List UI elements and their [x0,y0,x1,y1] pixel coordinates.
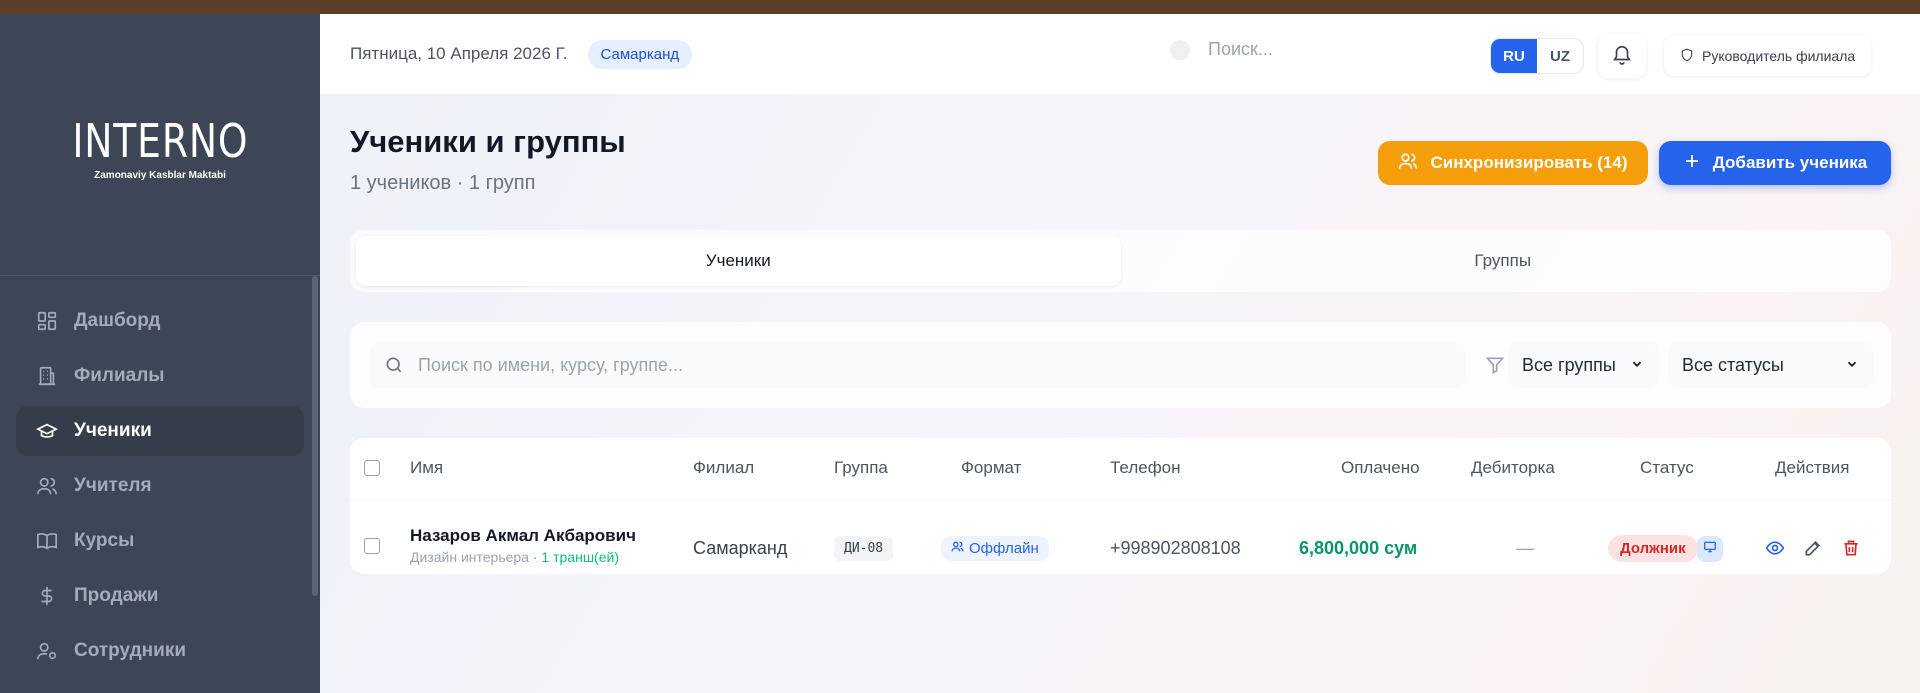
column-header-phone[interactable]: Телефон [1110,458,1181,478]
column-header-paid[interactable]: Оплачено [1341,458,1420,478]
view-icon[interactable] [1765,538,1785,558]
chevron-down-icon [1630,355,1644,376]
column-header-actions: Действия [1775,458,1850,477]
graduation-cap-icon [36,420,58,442]
column-header-status[interactable]: Статус [1640,458,1694,478]
sidebar-item-branches[interactable]: Филиалы [16,351,304,401]
search-icon [384,355,404,375]
users-icon [36,475,58,497]
sidebar: INTERNO Zamonaviy Kasblar Maktabi Дашбор… [0,14,320,693]
delete-icon[interactable] [1841,538,1861,558]
branch-badge: Самарканд [587,39,693,69]
sidebar-item-label: Филиалы [74,365,165,386]
sync-button[interactable]: Синхронизировать (14) [1378,141,1648,185]
group-filter-value: Все группы [1522,354,1616,375]
status-filter-select[interactable]: Все статусы [1668,342,1873,388]
search-icon [1170,39,1190,60]
sidebar-item-label: Сотрудники [74,640,187,661]
student-phone: +998902808108 [1110,538,1241,558]
filter-icon [1485,355,1505,380]
users-icon [951,540,969,557]
tab-students[interactable]: Ученики [356,236,1121,286]
page-title: Ученики и группы [350,124,626,159]
global-search-placeholder: Поиск... [1208,39,1273,59]
sidebar-item-label: Учителя [74,475,152,496]
sidebar-item-label: Курсы [74,530,135,551]
sidebar-nav: Дашборд Филиалы Ученики Учителя Курсы Пр… [0,276,320,676]
main-content: Пятница, 10 Апреля 2026 Г. Самарканд Пои… [320,14,1920,693]
group-filter-select[interactable]: Все группы [1508,342,1658,388]
logo-text: INTERNO [71,114,249,168]
sidebar-item-dashboard[interactable]: Дашборд [16,296,304,346]
window-top-strip [0,0,1920,14]
users-icon [1398,151,1430,176]
student-course-line: Дизайн интерьера · 1 транш(ей) [410,549,636,565]
add-student-button-label: Добавить ученика [1712,153,1868,172]
app: INTERNO Zamonaviy Kasblar Maktabi Дашбор… [0,14,1920,693]
logo-subtitle: Zamonaviy Kasblar Maktabi [94,170,226,181]
global-search[interactable]: Поиск... [1170,39,1273,60]
student-name[interactable]: Назаров Акмал Акбарович [410,526,636,546]
building-icon [36,365,58,387]
role-badge[interactable]: Руководитель филиала [1664,36,1872,76]
student-tranches: · 1 транш(ей) [532,549,619,565]
bell-icon [1611,43,1633,70]
student-debt: — [1516,538,1534,558]
column-header-debt[interactable]: Дебиторка [1471,458,1555,478]
sync-button-label: Синхронизировать (14) [1430,153,1628,172]
sidebar-item-teachers[interactable]: Учителя [16,461,304,511]
student-course: Дизайн интерьера [410,549,529,565]
column-header-name[interactable]: Имя [410,458,443,478]
format-label: Оффлайн [969,540,1039,557]
language-switch: RU UZ [1490,38,1584,74]
plus-icon [1683,152,1713,175]
logo[interactable]: INTERNO Zamonaviy Kasblar Maktabi [0,14,320,276]
column-header-branch[interactable]: Филиал [693,458,754,478]
sidebar-item-label: Продажи [74,585,159,606]
student-branch: Самарканд [693,538,788,558]
row-checkbox[interactable] [364,538,380,554]
student-search-input[interactable]: Поиск по имени, курсу, группе... [370,342,1465,388]
chevron-down-icon [1845,355,1859,376]
sidebar-item-label: Дашборд [74,310,161,331]
current-date: Пятница, 10 Апреля 2026 Г. [350,44,568,63]
lang-ru-button[interactable]: RU [1491,39,1537,73]
dollar-icon [36,585,58,607]
top-header: Пятница, 10 Апреля 2026 Г. Самарканд Пои… [320,14,1920,94]
monitor-icon [1703,540,1717,559]
sidebar-item-students[interactable]: Ученики [16,406,304,456]
shield-icon [1680,48,1702,65]
role-label: Руководитель филиала [1702,48,1856,64]
student-search-placeholder: Поиск по имени, курсу, группе... [418,354,684,375]
sidebar-item-sales[interactable]: Продажи [16,571,304,621]
status-filter-value: Все статусы [1682,354,1784,375]
edit-icon[interactable] [1803,538,1823,558]
column-header-group[interactable]: Группа [834,458,888,478]
sidebar-item-staff[interactable]: Сотрудники [16,626,304,676]
students-table: Имя Филиал Группа Формат Телефон Оплачен… [350,438,1891,574]
dashboard-icon [36,310,58,332]
page-subtitle: 1 учеников · 1 групп [350,172,536,194]
student-group-badge: ДИ-08 [834,536,894,561]
notifications-button[interactable] [1598,34,1646,78]
student-cell: Назаров Акмал Акбарович Дизайн интерьера… [410,526,636,565]
row-actions [1765,538,1861,558]
book-icon [36,530,58,552]
user-cog-icon [36,640,58,662]
student-paid: 6,800,000 сум [1299,538,1418,558]
lang-uz-button[interactable]: UZ [1537,39,1583,73]
tab-groups[interactable]: Группы [1121,236,1886,286]
add-student-button[interactable]: Добавить ученика [1659,141,1891,185]
sidebar-scrollbar[interactable] [312,276,318,596]
filters-panel: Поиск по имени, курсу, группе... Все гру… [350,322,1891,408]
select-all-checkbox[interactable] [364,460,380,476]
tabs: Ученики Группы [350,230,1891,292]
sidebar-item-courses[interactable]: Курсы [16,516,304,566]
status-badge: Должник [1608,535,1698,562]
column-header-format[interactable]: Формат [961,458,1021,478]
sidebar-item-label: Ученики [74,420,152,441]
online-indicator[interactable] [1697,536,1723,562]
header-divider [350,500,1891,501]
format-badge: Оффлайн [941,536,1049,561]
